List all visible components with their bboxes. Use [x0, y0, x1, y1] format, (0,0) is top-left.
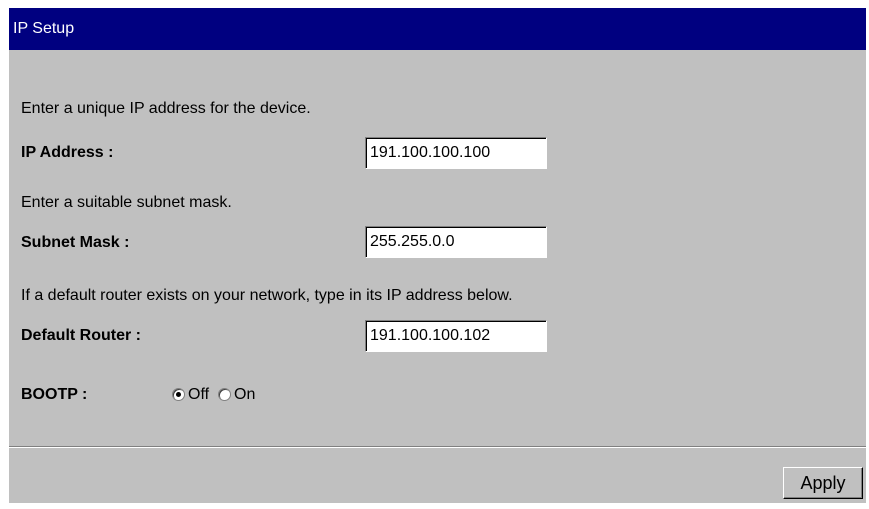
subnet-mask-field[interactable]: [365, 226, 547, 258]
default-router-label: Default Router :: [21, 327, 141, 344]
ip-address-field[interactable]: [365, 137, 547, 169]
ip-setup-panel: IP Setup Enter a unique IP address for t…: [9, 8, 866, 503]
default-router-instruction: If a default router exists on your netwo…: [21, 287, 513, 304]
subnet-mask-label: Subnet Mask :: [21, 234, 130, 251]
apply-button[interactable]: Apply: [783, 467, 863, 499]
ip-address-label: IP Address :: [21, 144, 114, 161]
bootp-label: BOOTP :: [21, 386, 88, 403]
subnet-mask-instruction: Enter a suitable subnet mask.: [21, 194, 232, 211]
title-bar: IP Setup: [9, 8, 866, 50]
bootp-on-radio[interactable]: [218, 388, 231, 401]
ip-address-instruction: Enter a unique IP address for the device…: [21, 100, 311, 117]
bootp-off-radio[interactable]: [172, 388, 185, 401]
radio-selected-dot: [176, 392, 181, 397]
default-router-field[interactable]: [365, 320, 547, 352]
bootp-on-label: On: [234, 386, 256, 403]
bootp-off-label: Off: [188, 386, 210, 403]
separator-line: [9, 446, 866, 448]
window-title: IP Setup: [13, 20, 75, 37]
